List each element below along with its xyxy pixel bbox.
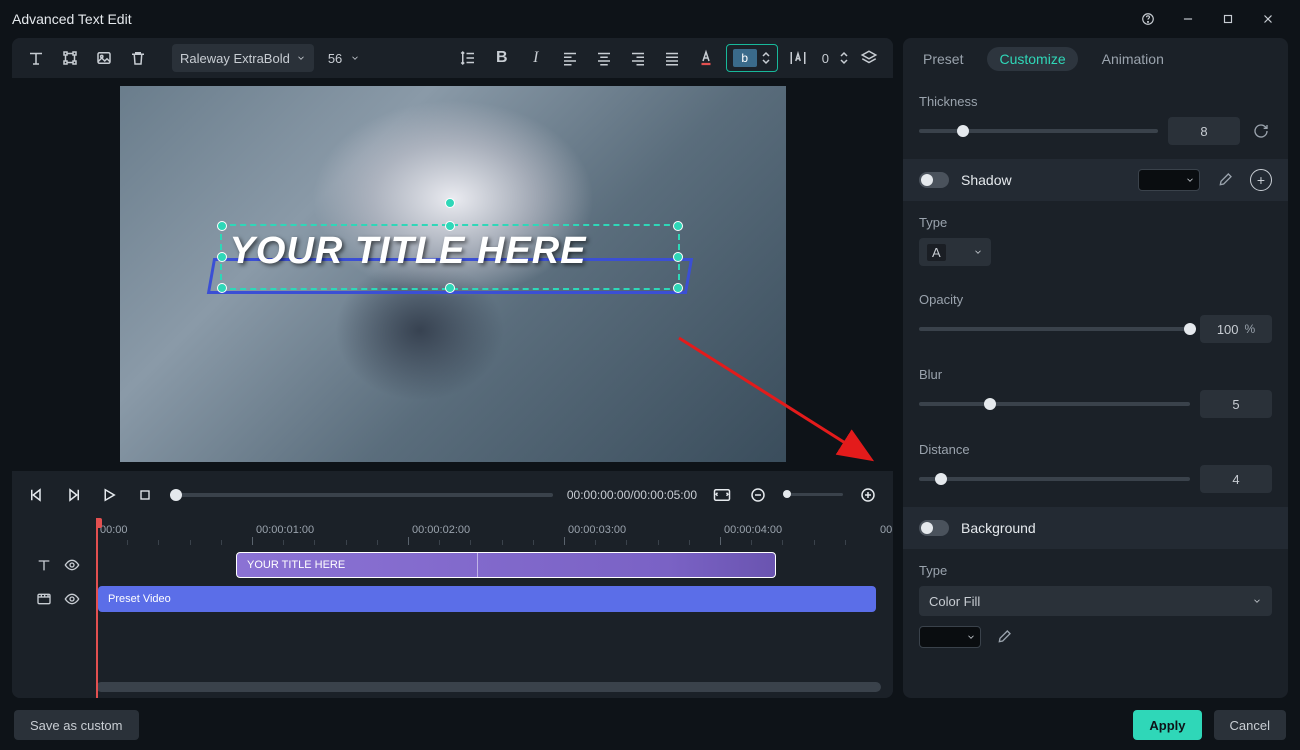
ruler-tick: 00:00 bbox=[100, 524, 128, 536]
font-family-select[interactable]: Raleway ExtraBold bbox=[172, 44, 314, 72]
zoom-in-button[interactable] bbox=[857, 484, 879, 506]
font-size-input-box[interactable] bbox=[726, 44, 778, 72]
playhead[interactable] bbox=[96, 518, 98, 698]
distance-value[interactable]: 4 bbox=[1200, 465, 1272, 493]
tab-preset[interactable]: Preset bbox=[921, 47, 965, 71]
step-back-button[interactable] bbox=[26, 484, 48, 506]
layers-icon[interactable] bbox=[855, 44, 883, 72]
shadow-toggle[interactable] bbox=[919, 172, 949, 188]
step-forward-button[interactable] bbox=[62, 484, 84, 506]
blur-value[interactable]: 5 bbox=[1200, 390, 1272, 418]
footer: Save as custom Apply Cancel bbox=[0, 700, 1300, 750]
delete-icon[interactable] bbox=[124, 44, 152, 72]
shadow-section: Shadow + bbox=[903, 159, 1288, 201]
seek-slider[interactable] bbox=[170, 493, 553, 497]
font-size-value: 56 bbox=[328, 51, 342, 66]
timeline: 00:00 00:00:01:00 00:00:02:00 00:00:03:00 00… bbox=[12, 518, 893, 698]
thickness-slider[interactable] bbox=[919, 129, 1158, 133]
maximize-button[interactable] bbox=[1208, 0, 1248, 38]
annotation-arrow bbox=[669, 328, 889, 478]
blur-label: Blur bbox=[919, 367, 1272, 382]
properties-panel: Preset Customize Animation Thickness 8 S… bbox=[903, 38, 1288, 698]
title-text-box[interactable]: YOUR TITLE HERE bbox=[220, 224, 680, 290]
align-center-icon[interactable] bbox=[590, 44, 618, 72]
text-track-icon bbox=[36, 557, 52, 573]
opacity-slider[interactable] bbox=[919, 327, 1190, 331]
italic-button[interactable]: I bbox=[522, 44, 550, 72]
font-size-select[interactable]: 56 bbox=[320, 44, 368, 72]
align-right-icon[interactable] bbox=[624, 44, 652, 72]
cancel-button[interactable]: Cancel bbox=[1214, 710, 1286, 740]
shadow-type-label: Type bbox=[919, 215, 1272, 230]
ruler-tick: 00:00:04:00 bbox=[724, 524, 782, 536]
timecode: 00:00:00:00/00:00:05:00 bbox=[567, 488, 697, 502]
distance-label: Distance bbox=[919, 442, 1272, 457]
bg-type-label: Type bbox=[919, 563, 1272, 578]
spacing-value: 0 bbox=[818, 51, 833, 66]
apply-button[interactable]: Apply bbox=[1133, 710, 1201, 740]
tab-animation[interactable]: Animation bbox=[1100, 47, 1166, 71]
panel-tabs: Preset Customize Animation bbox=[903, 38, 1288, 80]
opacity-value[interactable]: 100% bbox=[1200, 315, 1272, 343]
video-clip[interactable]: Preset Video bbox=[98, 586, 876, 612]
shadow-add-button[interactable]: + bbox=[1250, 169, 1272, 191]
shadow-type-select[interactable]: A bbox=[919, 238, 991, 266]
bold-button[interactable]: B bbox=[488, 44, 516, 72]
text-toolbar: Raleway ExtraBold 56 B I 0 bbox=[12, 38, 893, 78]
bg-color-swatch[interactable] bbox=[919, 626, 981, 648]
timeline-scrollbar[interactable] bbox=[96, 682, 881, 692]
preview-area: YOUR TITLE HERE bbox=[12, 78, 893, 470]
text-color-icon[interactable] bbox=[692, 44, 720, 72]
title-text: YOUR TITLE HERE bbox=[230, 230, 587, 273]
ruler-tick: 00:00:03:00 bbox=[568, 524, 626, 536]
thickness-label: Thickness bbox=[919, 94, 1272, 109]
font-family-value: Raleway ExtraBold bbox=[180, 51, 290, 66]
help-button[interactable] bbox=[1128, 0, 1168, 38]
opacity-label: Opacity bbox=[919, 292, 1272, 307]
bg-type-select[interactable]: Color Fill bbox=[919, 586, 1272, 616]
shadow-picker-icon[interactable] bbox=[1212, 167, 1238, 193]
align-justify-icon[interactable] bbox=[658, 44, 686, 72]
save-as-custom-button[interactable]: Save as custom bbox=[14, 710, 139, 740]
align-left-icon[interactable] bbox=[556, 44, 584, 72]
transform-icon[interactable] bbox=[56, 44, 84, 72]
stop-button[interactable] bbox=[134, 484, 156, 506]
letter-spacing-icon[interactable] bbox=[784, 44, 812, 72]
close-button[interactable] bbox=[1248, 0, 1288, 38]
text-clip[interactable]: YOUR TITLE HERE bbox=[236, 552, 776, 578]
image-icon[interactable] bbox=[90, 44, 118, 72]
zoom-slider[interactable] bbox=[783, 493, 843, 496]
window-title: Advanced Text Edit bbox=[12, 11, 132, 27]
line-height-icon[interactable] bbox=[454, 44, 482, 72]
shadow-color-swatch[interactable] bbox=[1138, 169, 1200, 191]
video-visibility-icon[interactable] bbox=[64, 591, 80, 607]
minimize-button[interactable] bbox=[1168, 0, 1208, 38]
text-tool-icon[interactable] bbox=[22, 44, 50, 72]
distance-slider[interactable] bbox=[919, 477, 1190, 481]
blur-slider[interactable] bbox=[919, 402, 1190, 406]
zoom-out-button[interactable] bbox=[747, 484, 769, 506]
aspect-button[interactable] bbox=[711, 484, 733, 506]
background-toggle[interactable] bbox=[919, 520, 949, 536]
ruler[interactable]: 00:00 00:00:01:00 00:00:02:00 00:00:03:00 00… bbox=[96, 518, 893, 548]
shadow-label: Shadow bbox=[961, 172, 1126, 188]
font-size-input[interactable] bbox=[733, 49, 757, 67]
spacing-stepper[interactable] bbox=[839, 50, 849, 66]
background-label: Background bbox=[961, 520, 1272, 536]
ruler-tick: 00:00:02:00 bbox=[412, 524, 470, 536]
bg-picker-icon[interactable] bbox=[991, 624, 1017, 650]
ruler-tick: 00:00:01:00 bbox=[256, 524, 314, 536]
video-track-icon bbox=[36, 591, 52, 607]
background-section: Background bbox=[903, 507, 1288, 549]
play-button[interactable] bbox=[98, 484, 120, 506]
thickness-reset-icon[interactable] bbox=[1250, 120, 1272, 142]
thickness-value[interactable]: 8 bbox=[1168, 117, 1240, 145]
ruler-tick: 00:00:05 bbox=[880, 524, 893, 536]
tab-customize[interactable]: Customize bbox=[987, 47, 1077, 71]
text-visibility-icon[interactable] bbox=[64, 557, 80, 573]
titlebar: Advanced Text Edit bbox=[0, 0, 1300, 38]
